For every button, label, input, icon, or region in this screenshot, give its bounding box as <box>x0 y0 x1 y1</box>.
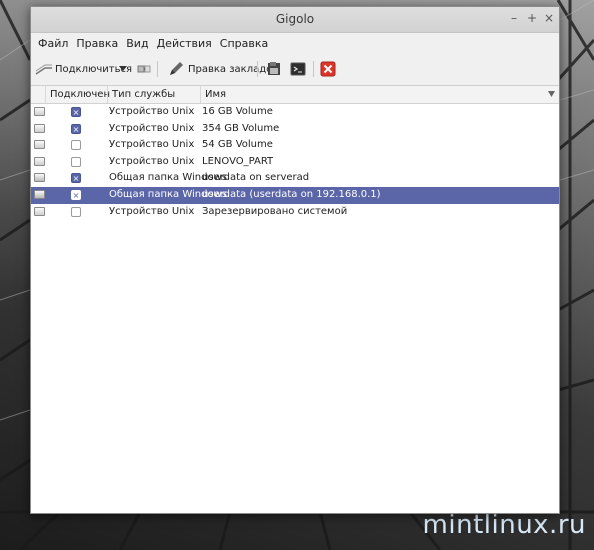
name-cell: Зарезервировано системой <box>202 205 348 217</box>
menu-view[interactable]: Вид <box>122 37 152 50</box>
list-rows: × Устройство Unix 16 GB Volume × Устройство … <box>31 104 559 220</box>
service-type-cell: Устройство Unix <box>109 155 195 167</box>
table-row[interactable]: × Общая папка Windows userdata (userdata o… <box>31 186 559 204</box>
network-share-icon <box>34 173 45 183</box>
close-window-button[interactable]: × <box>542 11 556 25</box>
connected-checkbox[interactable] <box>71 206 81 217</box>
connected-checkbox[interactable]: × <box>71 123 81 134</box>
icon-column-header[interactable] <box>31 86 45 103</box>
menu-edit[interactable]: Правка <box>72 37 122 50</box>
connect-dropdown-arrow[interactable] <box>119 59 127 79</box>
table-row[interactable]: Устройство Unix LENOVO_PART <box>31 154 559 171</box>
table-row[interactable]: × Устройство Unix 354 GB Volume <box>31 121 559 138</box>
disconnect-icon <box>137 65 151 73</box>
close-red-icon <box>320 61 336 77</box>
menu-actions[interactable]: Действия <box>153 37 216 50</box>
sort-descending-icon[interactable] <box>548 91 555 97</box>
connected-checkbox[interactable]: × <box>71 107 81 117</box>
name-cell: userdata (userdata on 192.168.0.1) <box>202 188 381 200</box>
quit-button[interactable] <box>319 59 337 79</box>
table-row[interactable]: × Общая папка Windows userdata on serverad <box>31 170 559 187</box>
drive-icon <box>34 107 45 116</box>
name-cell: 54 GB Volume <box>202 139 273 151</box>
connect-button[interactable]: Подключиться <box>35 59 132 79</box>
disconnect-button[interactable] <box>135 59 153 79</box>
table-row[interactable]: Устройство Unix 54 GB Volume <box>31 137 559 154</box>
menu-help[interactable]: Справка <box>216 37 272 50</box>
menu-file[interactable]: Файл <box>34 37 72 50</box>
service-type-cell: Устройство Unix <box>109 122 195 134</box>
name-cell: userdata on serverad <box>202 172 310 184</box>
watermark-text: mintlinux.ru <box>422 510 586 540</box>
network-share-icon <box>34 189 45 199</box>
drive-icon <box>34 156 45 166</box>
maximize-button[interactable]: + <box>525 11 539 25</box>
service-type-cell: Устройство Unix <box>109 139 195 151</box>
drive-icon <box>34 123 45 133</box>
connected-checkbox[interactable]: × <box>71 189 81 200</box>
toolbar-separator <box>257 61 258 77</box>
menu-bar: Файл Правка Вид Действия Справка <box>31 33 559 53</box>
file-manager-icon <box>268 62 280 75</box>
drive-icon <box>34 140 45 150</box>
connected-checkbox[interactable]: × <box>71 173 81 184</box>
list-header: Подключен Тип службы Имя <box>31 86 559 104</box>
table-row[interactable]: Устройство Unix Зарезервировано системой <box>31 204 559 221</box>
chevron-down-icon <box>119 66 127 71</box>
service-type-column-header[interactable]: Тип службы <box>107 86 200 103</box>
toolbar: Подключиться Правка закладок <box>31 53 559 86</box>
title-bar[interactable]: Gigolo – + × <box>31 7 559 33</box>
connected-checkbox[interactable] <box>71 140 81 151</box>
drive-icon <box>34 206 45 216</box>
service-type-cell: Устройство Unix <box>109 106 195 117</box>
toolbar-separator <box>157 61 158 77</box>
name-cell: LENOVO_PART <box>202 155 274 167</box>
open-terminal-button[interactable] <box>289 59 307 79</box>
service-type-cell: Устройство Unix <box>109 205 195 217</box>
connections-list: Подключен Тип службы Имя × Устройство Uni… <box>31 85 559 513</box>
name-cell: 354 GB Volume <box>202 122 280 134</box>
edit-bookmarks-button[interactable]: Правка закладок <box>167 59 278 79</box>
minimize-button[interactable]: – <box>507 11 521 25</box>
connected-checkbox[interactable] <box>71 156 81 167</box>
pencil-icon <box>170 62 183 75</box>
toolbar-separator <box>313 61 314 77</box>
gigolo-window: Gigolo – + × Файл Правка Вид Действия Сп… <box>30 6 560 514</box>
table-row[interactable]: × Устройство Unix 16 GB Volume <box>31 104 559 121</box>
connect-icon <box>35 64 52 75</box>
connected-column-header[interactable]: Подключен <box>45 86 110 103</box>
name-cell: 16 GB Volume <box>202 106 273 117</box>
window-title: Gigolo <box>275 12 315 26</box>
open-file-manager-button[interactable] <box>265 59 283 79</box>
terminal-icon <box>290 62 306 76</box>
name-column-header[interactable]: Имя <box>200 86 559 103</box>
